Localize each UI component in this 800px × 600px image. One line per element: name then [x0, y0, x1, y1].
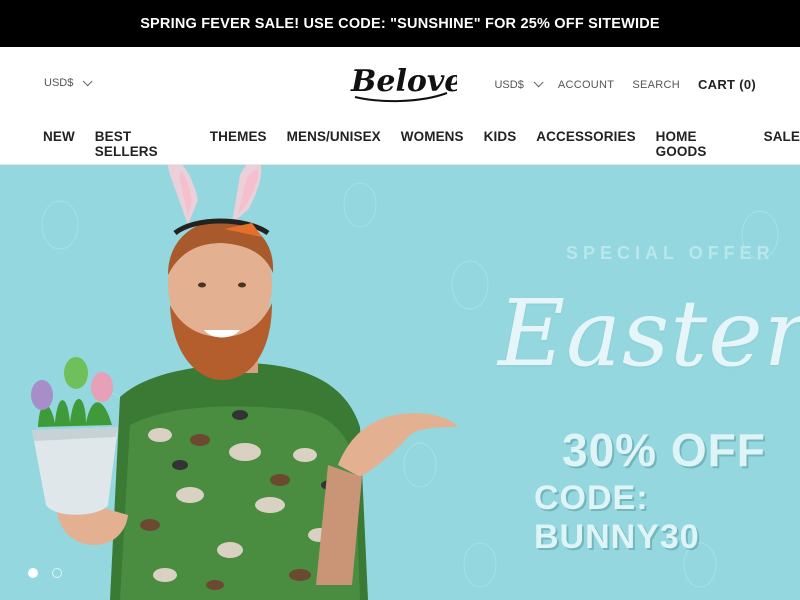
nav-item-accessories[interactable]: ACCESSORIES	[536, 129, 635, 159]
announcement-bar: SPRING FEVER SALE! USE CODE: "SUNSHINE" …	[0, 0, 800, 47]
currency-selector-right[interactable]: USD$	[494, 77, 544, 91]
main-navigation: NEW BEST SELLERS THEMES MENS/UNISEX WOME…	[43, 129, 800, 159]
currency-label: USD$	[44, 77, 74, 89]
nav-item-new[interactable]: NEW	[43, 129, 75, 159]
hero-title: Easter	[498, 280, 800, 387]
account-link[interactable]: ACCOUNT	[558, 79, 615, 91]
currency-selector-left[interactable]: USD$	[44, 75, 93, 89]
nav-item-kids[interactable]: KIDS	[484, 129, 517, 159]
nav-item-best-sellers[interactable]: BEST SELLERS	[95, 129, 190, 159]
discount-text: 30% OFF	[562, 424, 766, 476]
nav-item-sale[interactable]: SALE	[764, 129, 800, 159]
nav-item-mens-unisex[interactable]: MENS/UNISEX	[287, 129, 381, 159]
offer-label: SPECIAL OFFER	[566, 243, 775, 263]
search-link[interactable]: SEARCH	[632, 79, 680, 91]
slideshow-pagination	[28, 568, 62, 578]
logo-text: Beloved	[350, 64, 457, 99]
nav-item-womens[interactable]: WOMENS	[401, 129, 464, 159]
hero-banner[interactable]: SPECIAL OFFER Easter 30% OFF CODE: BUNNY…	[0, 165, 800, 600]
slide-dot-1[interactable]	[28, 568, 38, 578]
brand-logo[interactable]: Beloved	[345, 59, 457, 107]
announcement-text: SPRING FEVER SALE! USE CODE: "SUNSHINE" …	[140, 15, 660, 32]
chevron-down-icon	[83, 75, 93, 86]
slide-dot-2[interactable]	[52, 568, 62, 578]
currency-label: USD$	[494, 78, 524, 91]
chevron-down-icon	[533, 77, 544, 88]
cart-link[interactable]: CART (0)	[698, 77, 756, 92]
header-utility-links: USD$ ACCOUNT SEARCH CART (0)	[494, 77, 756, 92]
nav-item-home-goods[interactable]: HOME GOODS	[656, 129, 744, 159]
promo-code: CODE: BUNNY30	[534, 479, 700, 556]
nav-item-themes[interactable]: THEMES	[210, 129, 267, 159]
site-header: USD$ Beloved USD$ ACCOUNT SEARCH CART (0…	[0, 47, 800, 165]
